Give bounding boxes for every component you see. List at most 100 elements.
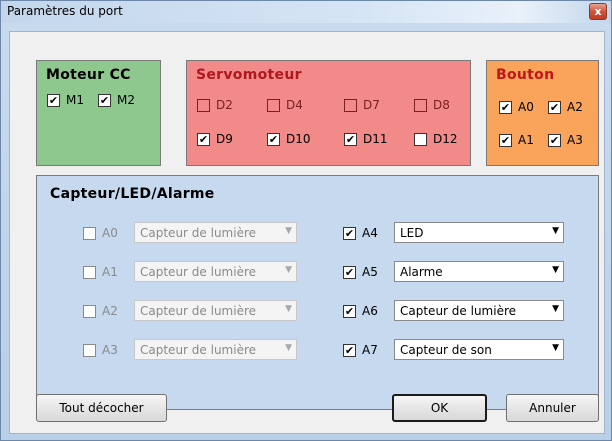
select-value: Capteur de lumière bbox=[140, 303, 257, 318]
check-icon: ✔ bbox=[548, 100, 561, 114]
checkbox-d9[interactable]: ✔ D9 bbox=[197, 131, 233, 147]
checkbox-label: D12 bbox=[433, 132, 458, 146]
ok-button[interactable]: OK bbox=[392, 394, 487, 422]
checkbox-label: D11 bbox=[363, 132, 388, 146]
checkbox-d8[interactable]: D8 bbox=[414, 97, 450, 113]
dc-motor-panel: Moteur CC ✔ M1 ✔ M2 bbox=[36, 60, 161, 166]
checkbox-label: D8 bbox=[433, 98, 450, 112]
window-title: Paramètres du port bbox=[7, 4, 123, 18]
chevron-down-icon: ▼ bbox=[552, 343, 559, 353]
checkbox-d4[interactable]: D4 bbox=[267, 97, 303, 113]
checkbox-m1[interactable]: ✔ M1 bbox=[47, 92, 84, 108]
checkbox-box bbox=[267, 98, 280, 112]
check-icon: ✔ bbox=[343, 304, 356, 318]
servo-title: Servomoteur bbox=[196, 67, 302, 83]
sensor-type-select-a3[interactable]: Capteur de lumière ▼ bbox=[134, 339, 297, 360]
checkbox-label: A3 bbox=[102, 343, 118, 357]
checkbox-label: A5 bbox=[362, 265, 378, 279]
checkbox-bouton-a0[interactable]: ✔ A0 bbox=[499, 99, 534, 115]
select-value: Capteur de lumière bbox=[400, 303, 517, 318]
check-icon: ✔ bbox=[548, 133, 561, 147]
checkbox-label: M1 bbox=[66, 93, 84, 107]
checkbox-m2[interactable]: ✔ M2 bbox=[98, 92, 135, 108]
checkbox-capteur-a4[interactable]: ✔ A4 bbox=[343, 225, 378, 241]
checkbox-capteur-a1[interactable]: A1 bbox=[83, 264, 118, 280]
checkbox-capteur-a3[interactable]: A3 bbox=[83, 342, 118, 358]
select-value: Alarme bbox=[400, 264, 443, 279]
select-value: Capteur de lumière bbox=[140, 264, 257, 279]
close-button[interactable]: x bbox=[589, 3, 607, 20]
sensor-type-select-a0[interactable]: Capteur de lumière ▼ bbox=[134, 222, 297, 243]
servo-panel: Servomoteur D2 D4 D7 D8 ✔ D9 ✔ D10 ✔ D11… bbox=[186, 60, 471, 166]
checkbox-d10[interactable]: ✔ D10 bbox=[267, 131, 311, 147]
sensor-type-select-a4[interactable]: LED ▼ bbox=[394, 222, 564, 243]
checkbox-capteur-a0[interactable]: A0 bbox=[83, 225, 118, 241]
checkbox-d12[interactable]: D12 bbox=[414, 131, 458, 147]
check-icon: ✔ bbox=[343, 265, 356, 279]
checkbox-label: A0 bbox=[102, 226, 118, 240]
port-settings-window: Paramètres du port x Moteur CC ✔ M1 ✔ M2… bbox=[0, 0, 612, 441]
chevron-down-icon: ▼ bbox=[285, 343, 292, 353]
checkbox-capteur-a6[interactable]: ✔ A6 bbox=[343, 303, 378, 319]
checkbox-box bbox=[83, 265, 96, 279]
checkbox-capteur-a2[interactable]: A2 bbox=[83, 303, 118, 319]
checkbox-bouton-a3[interactable]: ✔ A3 bbox=[548, 132, 583, 148]
check-icon: ✔ bbox=[499, 100, 512, 114]
chevron-down-icon: ▼ bbox=[552, 265, 559, 275]
chevron-down-icon: ▼ bbox=[285, 226, 292, 236]
sensor-panel-title: Capteur/LED/Alarme bbox=[50, 186, 215, 202]
checkbox-d2[interactable]: D2 bbox=[197, 97, 233, 113]
checkbox-bouton-a2[interactable]: ✔ A2 bbox=[548, 99, 583, 115]
checkbox-capteur-a7[interactable]: ✔ A7 bbox=[343, 342, 378, 358]
check-icon: ✔ bbox=[343, 343, 356, 357]
dc-motor-title: Moteur CC bbox=[46, 67, 131, 83]
sensor-type-select-a1[interactable]: Capteur de lumière ▼ bbox=[134, 261, 297, 282]
title-bar[interactable]: Paramètres du port x bbox=[1, 1, 611, 23]
check-icon: ✔ bbox=[499, 133, 512, 147]
sensor-type-select-a6[interactable]: Capteur de lumière ▼ bbox=[394, 300, 564, 321]
checkbox-box bbox=[414, 132, 427, 146]
sensor-type-select-a5[interactable]: Alarme ▼ bbox=[394, 261, 564, 282]
button-panel-title: Bouton bbox=[496, 67, 555, 83]
select-value: LED bbox=[400, 225, 424, 240]
checkbox-label: M2 bbox=[117, 93, 135, 107]
sensor-led-alarm-panel: Capteur/LED/Alarme A0 Capteur de lumière… bbox=[36, 175, 599, 410]
chevron-down-icon: ▼ bbox=[285, 265, 292, 275]
checkbox-box bbox=[414, 98, 427, 112]
checkbox-label: A2 bbox=[567, 100, 583, 114]
select-value: Capteur de lumière bbox=[140, 342, 257, 357]
chevron-down-icon: ▼ bbox=[552, 304, 559, 314]
check-icon: ✔ bbox=[344, 132, 357, 146]
select-value: Capteur de lumière bbox=[140, 225, 257, 240]
checkbox-label: D4 bbox=[286, 98, 303, 112]
checkbox-label: D10 bbox=[286, 132, 311, 146]
chevron-down-icon: ▼ bbox=[552, 226, 559, 236]
checkbox-d7[interactable]: D7 bbox=[344, 97, 380, 113]
check-icon: ✔ bbox=[343, 226, 356, 240]
uncheck-all-button[interactable]: Tout décocher bbox=[36, 394, 167, 422]
sensor-type-select-a2[interactable]: Capteur de lumière ▼ bbox=[134, 300, 297, 321]
cancel-button[interactable]: Annuler bbox=[506, 394, 599, 422]
checkbox-label: D2 bbox=[216, 98, 233, 112]
check-icon: ✔ bbox=[197, 132, 210, 146]
checkbox-box bbox=[197, 98, 210, 112]
checkbox-box bbox=[83, 343, 96, 357]
sensor-type-select-a7[interactable]: Capteur de son ▼ bbox=[394, 339, 564, 360]
checkbox-box bbox=[344, 98, 357, 112]
check-icon: ✔ bbox=[267, 132, 280, 146]
checkbox-label: D9 bbox=[216, 132, 233, 146]
checkbox-label: A0 bbox=[518, 100, 534, 114]
checkbox-box bbox=[83, 304, 96, 318]
button-panel: Bouton ✔ A0 ✔ A2 ✔ A1 ✔ A3 bbox=[486, 60, 599, 166]
checkbox-label: A1 bbox=[518, 133, 534, 147]
checkbox-label: A3 bbox=[567, 133, 583, 147]
checkbox-bouton-a1[interactable]: ✔ A1 bbox=[499, 132, 534, 148]
check-icon: ✔ bbox=[47, 93, 60, 107]
checkbox-capteur-a5[interactable]: ✔ A5 bbox=[343, 264, 378, 280]
checkbox-label: D7 bbox=[363, 98, 380, 112]
checkbox-d11[interactable]: ✔ D11 bbox=[344, 131, 388, 147]
checkbox-label: A1 bbox=[102, 265, 118, 279]
checkbox-label: A2 bbox=[102, 304, 118, 318]
chevron-down-icon: ▼ bbox=[285, 304, 292, 314]
checkbox-label: A4 bbox=[362, 226, 378, 240]
